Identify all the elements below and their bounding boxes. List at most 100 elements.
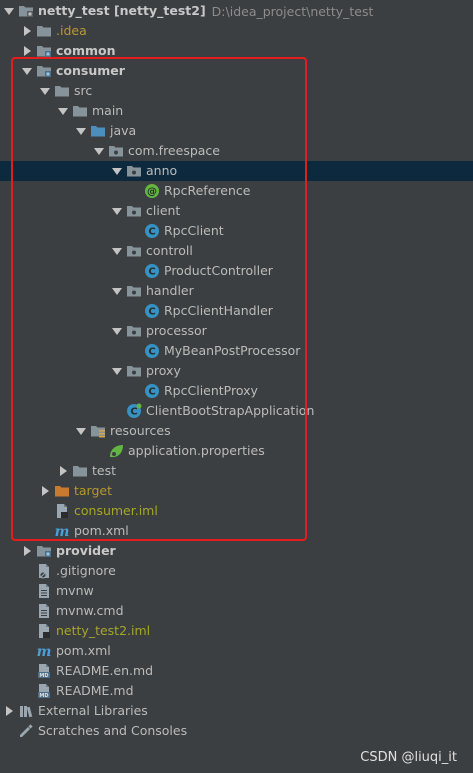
tree-node-rpcclient[interactable]: C RpcClient: [0, 221, 473, 241]
folder-icon: [54, 83, 70, 99]
svg-text:C: C: [148, 267, 155, 278]
tree-node-proxy[interactable]: proxy: [0, 361, 473, 381]
tree-node-label: .gitignore: [56, 563, 116, 578]
tree-node-netty-test2-iml[interactable]: netty_test2.iml: [0, 621, 473, 641]
markdown-file-icon: MD: [36, 663, 52, 679]
text-file-icon: [36, 603, 52, 619]
tree-node-label: test: [92, 463, 117, 478]
tree-node-client[interactable]: client: [0, 201, 473, 221]
tree-node-idea[interactable]: .idea: [0, 21, 473, 41]
tree-node-common[interactable]: common: [0, 41, 473, 61]
chevron-down-icon[interactable]: [111, 201, 123, 221]
package-icon: [108, 143, 124, 159]
tree-node-consumer-iml[interactable]: consumer.iml: [0, 501, 473, 521]
svg-text:C: C: [148, 227, 155, 238]
chevron-down-icon[interactable]: [111, 281, 123, 301]
tree-node-controll[interactable]: controll: [0, 241, 473, 261]
tree-node-handler[interactable]: handler: [0, 281, 473, 301]
tree-node-readme-md[interactable]: MD README.md: [0, 681, 473, 701]
chevron-down-icon[interactable]: [111, 321, 123, 341]
tree-node-scratches-and-consoles[interactable]: Scratches and Consoles: [0, 721, 473, 741]
class-icon: C: [144, 223, 160, 239]
tree-node-resources[interactable]: resources: [0, 421, 473, 441]
tree-node-label: README.en.md: [56, 663, 154, 678]
tree-node-label: anno: [146, 163, 178, 178]
chevron-down-icon[interactable]: [93, 141, 105, 161]
tree-node-label: ProductController: [164, 263, 273, 278]
tree-node-com-freespace[interactable]: com.freespace: [0, 141, 473, 161]
tree-node-label: provider: [56, 543, 116, 558]
svg-text:@: @: [147, 187, 157, 198]
tree-node-label: main: [92, 103, 124, 118]
tree-node-productcontroller[interactable]: C ProductController: [0, 261, 473, 281]
chevron-down-icon[interactable]: [111, 361, 123, 381]
tree-node-consumer[interactable]: consumer: [0, 61, 473, 81]
package-icon: [126, 163, 142, 179]
tree-node-label: common: [56, 43, 116, 58]
tree-node-mybeanpostprocessor[interactable]: C MyBeanPostProcessor: [0, 341, 473, 361]
tree-node-mvnw[interactable]: mvnw: [0, 581, 473, 601]
tree-node-label: pom.xml: [56, 643, 111, 658]
tree-node-label: netty_test2.iml: [56, 623, 151, 638]
tree-node-external-libraries[interactable]: External Libraries: [0, 701, 473, 721]
tree-node-clientbootstrapapplication[interactable]: C ClientBootStrapApplication: [0, 401, 473, 421]
package-icon: [126, 283, 142, 299]
chevron-down-icon[interactable]: [75, 421, 87, 441]
tree-node-java[interactable]: java: [0, 121, 473, 141]
module-folder-icon: [36, 43, 52, 59]
tree-node-label: .idea: [56, 23, 87, 38]
svg-text:MD: MD: [39, 693, 48, 699]
libraries-icon: [18, 703, 34, 719]
tree-node-label: ClientBootStrapApplication: [146, 403, 315, 418]
tree-node-target[interactable]: target: [0, 481, 473, 501]
package-icon: [126, 323, 142, 339]
svg-text:C: C: [148, 307, 155, 318]
chevron-down-icon[interactable]: [3, 1, 15, 21]
tree-node-label: mvnw: [56, 583, 94, 598]
chevron-right-icon[interactable]: [3, 701, 15, 721]
tree-node-label: consumer: [56, 63, 125, 78]
tree-node-gitignore[interactable]: .gitignore: [0, 561, 473, 581]
svg-text:MD: MD: [39, 673, 48, 679]
tree-node-rpcclienthandler[interactable]: C RpcClientHandler: [0, 301, 473, 321]
tree-node-label: RpcReference: [164, 183, 251, 198]
tree-node-rpcclientproxy[interactable]: C RpcClientProxy: [0, 381, 473, 401]
chevron-down-icon[interactable]: [75, 121, 87, 141]
gitignore-file-icon: [36, 563, 52, 579]
chevron-right-icon[interactable]: [21, 41, 33, 61]
tree-node-label: pom.xml: [74, 523, 129, 538]
tree-node-application-properties[interactable]: application.properties: [0, 441, 473, 461]
class-icon: C: [144, 303, 160, 319]
chevron-right-icon[interactable]: [39, 481, 51, 501]
chevron-down-icon[interactable]: [111, 241, 123, 261]
tree-node-label: controll: [146, 243, 193, 258]
chevron-down-icon[interactable]: [21, 61, 33, 81]
tree-node-pom-xml[interactable]: m pom.xml: [0, 641, 473, 661]
tree-node-pom-xml[interactable]: m pom.xml: [0, 521, 473, 541]
tree-node-rpcreference[interactable]: @ RpcReference: [0, 181, 473, 201]
tree-node-test[interactable]: test: [0, 461, 473, 481]
tree-node-provider[interactable]: provider: [0, 541, 473, 561]
tree-node-anno[interactable]: anno: [0, 161, 473, 181]
chevron-right-icon[interactable]: [57, 461, 69, 481]
tree-node-processor[interactable]: processor: [0, 321, 473, 341]
markdown-file-icon: MD: [36, 683, 52, 699]
chevron-right-icon[interactable]: [21, 541, 33, 561]
tree-node-netty-test-netty-test2[interactable]: netty_test [netty_test2] D:\idea_project\…: [0, 1, 473, 21]
chevron-down-icon[interactable]: [39, 81, 51, 101]
tree-node-readme-en-md[interactable]: MD README.en.md: [0, 661, 473, 681]
tree-node-src[interactable]: src: [0, 81, 473, 101]
tree-node-main[interactable]: main: [0, 101, 473, 121]
tree-node-label: target: [74, 483, 113, 498]
tree-node-label: README.md: [56, 683, 134, 698]
tree-node-mvnw-cmd[interactable]: mvnw.cmd: [0, 601, 473, 621]
chevron-right-icon[interactable]: [21, 21, 33, 41]
chevron-down-icon[interactable]: [57, 101, 69, 121]
svg-text:m: m: [37, 644, 52, 659]
chevron-down-icon[interactable]: [111, 161, 123, 181]
